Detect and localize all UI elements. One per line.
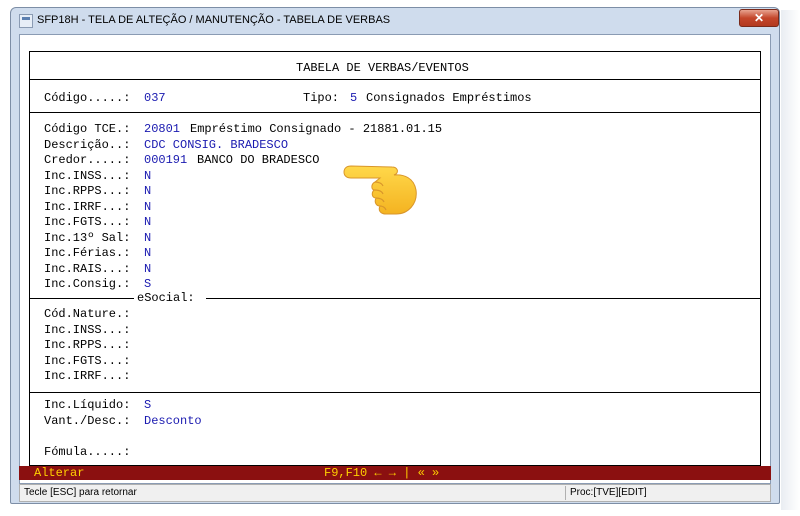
inc-rpps-label: Inc.RPPS...: [44, 184, 131, 198]
mode-label: Alterar [34, 466, 85, 480]
close-button[interactable]: ✕ [739, 9, 779, 27]
footer-box [29, 392, 761, 466]
status-separator [565, 486, 566, 500]
status-bar: Tecle [ESC] para retornar Proc:[TVE][EDI… [19, 484, 771, 502]
descricao-label: Descrição..: [44, 138, 131, 152]
app-icon [19, 14, 33, 28]
inc-rais-label: Inc.RAIS...: [44, 262, 131, 276]
navigation-keys: F9,F10 ← → | « » [324, 466, 440, 480]
inc-irrf-field[interactable]: N [144, 200, 151, 214]
action-bar: Alterar F9,F10 ← → | « » [19, 466, 771, 480]
esocial-natureza-label: Cód.Nature.: [44, 307, 131, 321]
credor-desc: BANCO DO BRADESCO [197, 153, 320, 167]
esocial-irrf-label: Inc.IRRF...: [44, 369, 131, 383]
inc-consig-field[interactable]: S [144, 277, 151, 291]
codigo-label: Código.....: [44, 91, 131, 105]
app-window: SFP18H - TELA DE ALTEÇÃO / MANUTENÇÃO - … [10, 7, 780, 504]
inc-liquido-label: Inc.Líquido: [44, 398, 131, 412]
inc-inss-label: Inc.INSS...: [44, 169, 131, 183]
tipo-code[interactable]: 5 [350, 91, 357, 105]
esocial-divider-left [29, 298, 134, 299]
inc-irrf-label: Inc.IRRF...: [44, 200, 131, 214]
inc-fgts-field[interactable]: N [144, 215, 151, 229]
pointing-hand-icon [343, 165, 417, 215]
inc-rpps-field[interactable]: N [144, 184, 151, 198]
codigo-tce-desc: Empréstimo Consignado - 21881.01.15 [190, 122, 443, 136]
title-bar[interactable]: SFP18H - TELA DE ALTEÇÃO / MANUTENÇÃO - … [11, 8, 779, 34]
descricao-field[interactable]: CDC CONSIG. BRADESCO [144, 138, 288, 152]
screen-title: TABELA DE VERBAS/EVENTOS [296, 61, 469, 75]
esocial-inss-label: Inc.INSS...: [44, 323, 131, 337]
esocial-fgts-label: Inc.FGTS...: [44, 354, 131, 368]
esocial-title: eSocial: [137, 291, 195, 305]
inc-ferias-field[interactable]: N [144, 246, 151, 260]
inc-ferias-label: Inc.Férias.: [44, 246, 131, 260]
divider [29, 79, 761, 80]
vant-desc-field[interactable]: Desconto [144, 414, 202, 428]
inc-fgts-label: Inc.FGTS...: [44, 215, 131, 229]
esocial-divider-right [206, 298, 761, 299]
codigo-tce-field[interactable]: 20801 [144, 122, 180, 136]
window-shadow [781, 10, 800, 510]
inc-consig-label: Inc.Consig.: [44, 277, 131, 291]
status-proc: Proc:[TVE][EDIT] [570, 487, 647, 498]
window-title: SFP18H - TELA DE ALTEÇÃO / MANUTENÇÃO - … [37, 14, 391, 26]
inc-13-field[interactable]: N [144, 231, 151, 245]
inc-rais-field[interactable]: N [144, 262, 151, 276]
terminal-screen: TABELA DE VERBAS/EVENTOS Código.....: 03… [19, 34, 771, 484]
credor-field[interactable]: 000191 [144, 153, 187, 167]
formula-label: Fómula.....: [44, 445, 131, 459]
esocial-rpps-label: Inc.RPPS...: [44, 338, 131, 352]
credor-label: Credor.....: [44, 153, 131, 167]
vant-desc-label: Vant./Desc.: [44, 414, 131, 428]
codigo-field[interactable]: 037 [144, 91, 166, 105]
divider [29, 112, 761, 113]
inc-13-label: Inc.13º Sal: [44, 231, 131, 245]
codigo-tce-label: Código TCE.: [44, 122, 131, 136]
tipo-desc: Consignados Empréstimos [366, 91, 532, 105]
tipo-label: Tipo: [303, 91, 340, 105]
status-hint: Tecle [ESC] para retornar [24, 487, 137, 498]
inc-inss-field[interactable]: N [144, 169, 151, 183]
inc-liquido-field[interactable]: S [144, 398, 151, 412]
